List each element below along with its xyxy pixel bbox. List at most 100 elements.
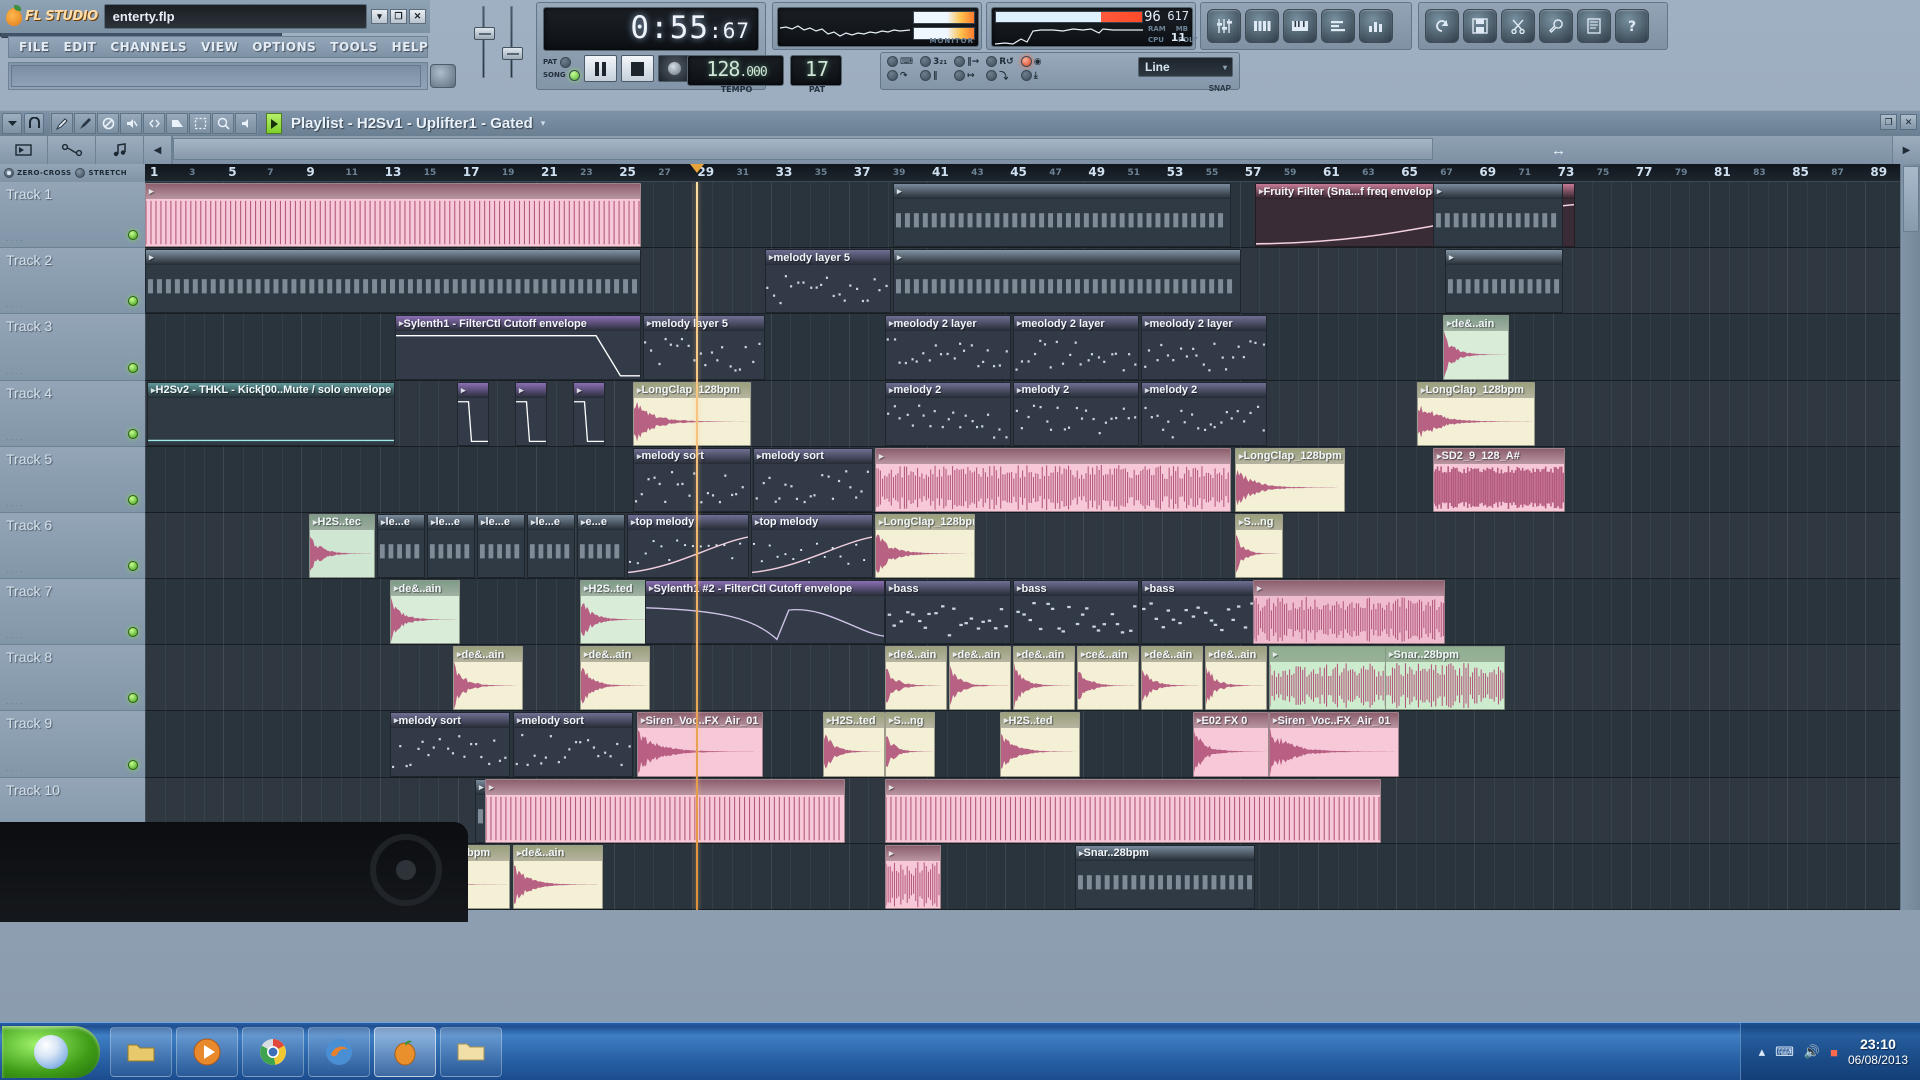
time-display[interactable]: 0:55:67 [543,7,759,51]
playlist-clip[interactable]: ▸ [1433,183,1563,248]
playlist-clip[interactable]: ▸ Sylenth1 - FilterCtl Cutoff envelope [395,315,641,380]
master-volume-handle[interactable] [474,27,495,40]
playlist-icon-button[interactable] [1321,9,1355,43]
menu-file[interactable]: FILE [13,39,56,55]
taskbar-item-explorer[interactable] [440,1026,502,1077]
playlist-clip[interactable]: ▸ [885,778,1381,843]
file-name-field[interactable]: enterty.flp [103,4,367,29]
song-mode-led[interactable] [568,69,580,81]
volume-icon[interactable]: 🔊 [1804,1044,1820,1060]
toggle-record-loop[interactable]: R↺ [986,56,1014,67]
taskbar-item-media-player[interactable] [176,1026,238,1077]
track-header[interactable]: Track 3.... [0,314,145,381]
playlist-clip[interactable]: ▸ bass [885,580,1011,645]
piano-roll-icon-button[interactable] [1283,9,1317,43]
playlist-clip[interactable]: ▸ melody sort [390,712,510,777]
scroll-right-button[interactable]: ▶ [1892,136,1920,164]
playhead-marker[interactable] [690,164,705,173]
track-handle[interactable]: .... [6,299,24,309]
menu-view[interactable]: VIEW [195,39,244,55]
playlist-play-indicator[interactable] [266,113,282,134]
playlist-clip[interactable]: ▸ melody 2 [1013,381,1139,446]
playlist-clip[interactable]: ▸ de&..ain [1443,315,1509,380]
track-enable-led[interactable] [128,296,138,307]
playlist-clip[interactable]: ▸ de&..ain [453,646,523,711]
playlist-clip[interactable]: ▸ S...ng [885,712,935,777]
keyboard-layout-icon[interactable]: ⌨ [1775,1044,1794,1060]
playlist-clip[interactable]: ▸ E02 FX 0 [1193,712,1269,777]
playlist-maximize-button[interactable]: ❐ [1880,114,1897,130]
playlist-clip[interactable]: ▸ melody 2 [1141,381,1267,446]
playlist-clip[interactable]: ▸ top melody [751,513,873,579]
taskbar-item-chrome[interactable] [242,1026,304,1077]
track-enable-led[interactable] [128,561,138,572]
playlist-clip[interactable]: ▸ [145,183,641,248]
playlist-clip[interactable]: ▸ [145,249,641,314]
playlist-clip[interactable]: ▸ [573,381,605,446]
toggle-extra[interactable]: ⤓ [1020,70,1042,81]
playlist-clip[interactable]: ▸ [875,447,1231,512]
playlist-clip[interactable]: ▸ [1445,249,1563,314]
track-header[interactable]: Track 5.... [0,446,145,513]
playlist-clip[interactable]: ▸ le...e [477,513,525,579]
playlist-clip[interactable]: ▸ le...e [377,513,425,579]
cut-icon-button[interactable] [1501,9,1535,43]
playlist-clip[interactable]: ▸ S...ng [1235,513,1283,579]
delete-tool-button[interactable] [97,113,119,134]
track-header[interactable]: Track 1.... [0,182,145,249]
track-header[interactable]: Track 4.... [0,380,145,447]
start-button[interactable] [2,1025,100,1078]
playlist-clip[interactable]: ▸ H2S..ted [580,580,650,645]
playlist-clip[interactable]: ▸ Siren_Voc..FX_Air_01 [1269,712,1399,777]
pattern-mode-row[interactable]: PAT [543,56,580,68]
close-button[interactable]: ✕ [409,9,426,24]
track-header[interactable]: Track 2.... [0,248,145,315]
playlist-clip[interactable]: ▸ Siren_Voc..FX_Air_01 [637,712,763,777]
track-header[interactable]: Track 9.... [0,711,145,778]
playlist-clip[interactable]: ▸ de&..ain [580,646,650,711]
track-enable-led[interactable] [128,759,138,770]
wrench-icon-button[interactable] [1539,9,1573,43]
menu-channels[interactable]: CHANNELS [104,39,193,55]
playlist-clip[interactable]: ▸ [1253,580,1445,645]
track-handle[interactable]: .... [6,696,24,706]
track-enable-led[interactable] [128,494,138,505]
playlist-clip[interactable]: ▸ melody layer 5 [765,249,891,314]
playlist-clip[interactable]: ▸ SD2_9_128_A# [1433,447,1565,512]
stop-button[interactable] [620,55,654,82]
playlist-clip[interactable]: ▸ [457,381,489,446]
playlist-clip[interactable]: ▸ de&..ain [513,844,603,909]
help-icon-button[interactable]: ? [1615,9,1649,43]
show-hidden-icons-icon[interactable]: ▴ [1759,1044,1766,1060]
playlist-clip[interactable]: ▸ meolody 2 layer [885,315,1011,380]
menu-options[interactable]: OPTIONS [246,39,322,55]
playlist-clip[interactable]: ▸ le...e [527,513,575,579]
pattern-button[interactable] [96,136,144,164]
track-enable-led[interactable] [128,428,138,439]
track-enable-led[interactable] [128,693,138,704]
playlist-clip[interactable]: ▸ [893,183,1231,248]
snap-magnet-button[interactable] [24,113,44,134]
toggle-blend-notes[interactable]: ‖ [920,70,947,81]
playlist-clip[interactable]: ▸ meolody 2 layer [1013,315,1139,380]
restore-button[interactable]: ❐ [390,9,407,24]
toggle-countdown[interactable]: 3₂₁ [920,56,947,67]
toggle-typing-keyboard[interactable]: ⌨ [887,56,913,67]
oscilloscope-display[interactable]: MONITOR [777,7,979,47]
horizontal-scrollbar-thumb[interactable] [173,138,1433,160]
vertical-scrollbar-thumb[interactable] [1903,166,1919,232]
undo-icon-button[interactable] [1425,9,1459,43]
hint-knob[interactable] [430,64,456,88]
toggle-wait-input[interactable]: ‖→ [954,56,979,67]
playlist-clip[interactable]: ▸ le...e [427,513,475,579]
slice-tool-button[interactable] [166,113,188,134]
step-sequencer-icon-button[interactable] [1245,9,1279,43]
zoom-tool-button[interactable] [212,113,234,134]
playhead[interactable] [696,182,699,910]
playlist-clip[interactable]: ▸ H2Sv2 - THKL - Kick[00..Mute / solo en… [147,381,395,446]
playlist-clip[interactable]: ▸ [485,778,845,843]
paint-tool-button[interactable] [74,113,96,134]
playlist-clip[interactable]: ▸ ce&..ain [1077,646,1139,711]
cpu-display[interactable]: 96 617 MB RAM CPU POLY 11 [991,7,1198,47]
playlist-clip[interactable]: ▸ melody sort [753,447,873,512]
